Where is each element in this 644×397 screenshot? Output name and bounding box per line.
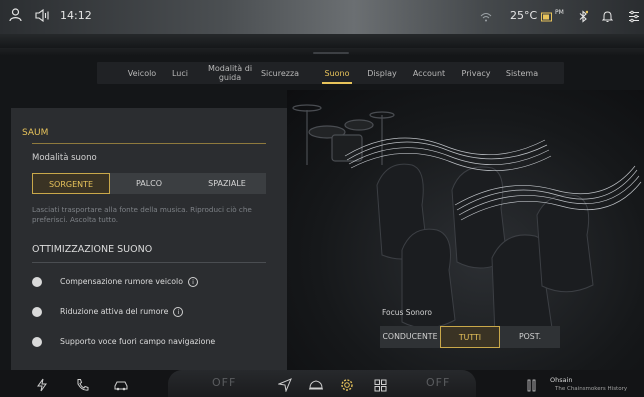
settings-gear-icon[interactable] <box>340 377 354 396</box>
noise-compensation-label: Compensazione rumore veicolo <box>60 277 183 286</box>
status-badge: PM <box>555 9 564 16</box>
tab-modalita-di-guida[interactable]: Modalità di guida <box>204 62 256 84</box>
optimization-title: OTTIMIZZAZIONE SUONO <box>32 244 153 255</box>
battery-icon <box>541 10 553 24</box>
status-bar: 14:12 25°C PM <box>0 0 644 34</box>
tab-privacy[interactable]: Privacy <box>455 62 497 84</box>
tab-veicolo[interactable]: Veicolo <box>120 62 164 84</box>
bluetooth-icon[interactable] <box>578 9 588 23</box>
tab-suono[interactable]: Suono <box>316 62 358 84</box>
active-noise-reduction-option: Riduzione attiva del rumore i <box>60 307 184 317</box>
settings-sliders-icon[interactable] <box>628 9 640 23</box>
navigation-voice-label: Supporto voce fuori campo navigazione <box>60 337 216 346</box>
mode-spaziale-button[interactable]: SPAZIALE <box>188 173 266 194</box>
sound-mode-label: Modalità suono <box>32 153 97 163</box>
tab-sistema[interactable]: Sistema <box>503 62 541 84</box>
section-title: SAUM <box>22 128 49 138</box>
focus-conducente-button[interactable]: CONDUCENTE <box>380 326 440 348</box>
phone-icon[interactable] <box>76 377 89 396</box>
navigation-voice-option: Supporto voce fuori campo navigazione <box>60 337 215 346</box>
tab-luci[interactable]: Luci <box>166 62 194 84</box>
focus-label: Focus Sonoro <box>382 308 433 317</box>
noise-compensation-option: Compensazione rumore veicolo i <box>60 277 198 287</box>
media-title: Ohsain <box>550 376 573 384</box>
info-icon[interactable]: i <box>187 277 198 287</box>
right-climate-off[interactable]: OFF <box>426 376 450 389</box>
noise-compensation-toggle[interactable] <box>32 277 42 287</box>
active-noise-reduction-label: Riduzione attiva del rumore <box>60 307 169 316</box>
navigation-voice-toggle[interactable] <box>32 337 42 347</box>
section-divider <box>32 143 266 144</box>
header-divider <box>0 34 644 48</box>
media-subtitle: The Chainsmokers History <box>555 386 628 392</box>
navigation-arrow-icon[interactable] <box>277 377 292 396</box>
car-fan-icon[interactable] <box>113 377 129 396</box>
person-icon[interactable] <box>9 8 22 22</box>
car-icon[interactable] <box>308 377 324 396</box>
wifi-icon <box>480 10 492 24</box>
bolt-icon[interactable] <box>36 377 48 396</box>
volume-icon[interactable] <box>35 8 51 22</box>
sound-settings-screen: 14:12 25°C PM Veicolo Luci Modalità di g… <box>0 0 644 397</box>
mode-description: Lasciati trasportare alla fonte della mu… <box>32 205 252 224</box>
active-noise-reduction-toggle[interactable] <box>32 307 42 317</box>
drag-handle[interactable] <box>313 52 349 54</box>
grid-apps-icon[interactable] <box>374 377 387 396</box>
sound-settings-panel <box>11 108 287 370</box>
focus-tutti-button[interactable]: TUTTI <box>440 326 500 348</box>
mode-sorgente-button[interactable]: SORGENTE <box>32 173 110 194</box>
optimization-divider <box>32 262 266 263</box>
left-climate-off[interactable]: OFF <box>212 376 236 389</box>
tab-sicurezza[interactable]: Sicurezza <box>256 62 304 84</box>
temperature: 25°C <box>510 9 538 22</box>
info-icon[interactable]: i <box>173 307 184 317</box>
bell-icon[interactable] <box>602 9 613 23</box>
clock: 14:12 <box>60 9 92 22</box>
tab-account[interactable]: Account <box>407 62 451 84</box>
focus-post-button[interactable]: POST. <box>500 326 560 348</box>
tab-display[interactable]: Display <box>362 62 402 84</box>
mode-palco-button[interactable]: PALCO <box>110 173 188 194</box>
pause-icon[interactable] <box>527 377 537 396</box>
